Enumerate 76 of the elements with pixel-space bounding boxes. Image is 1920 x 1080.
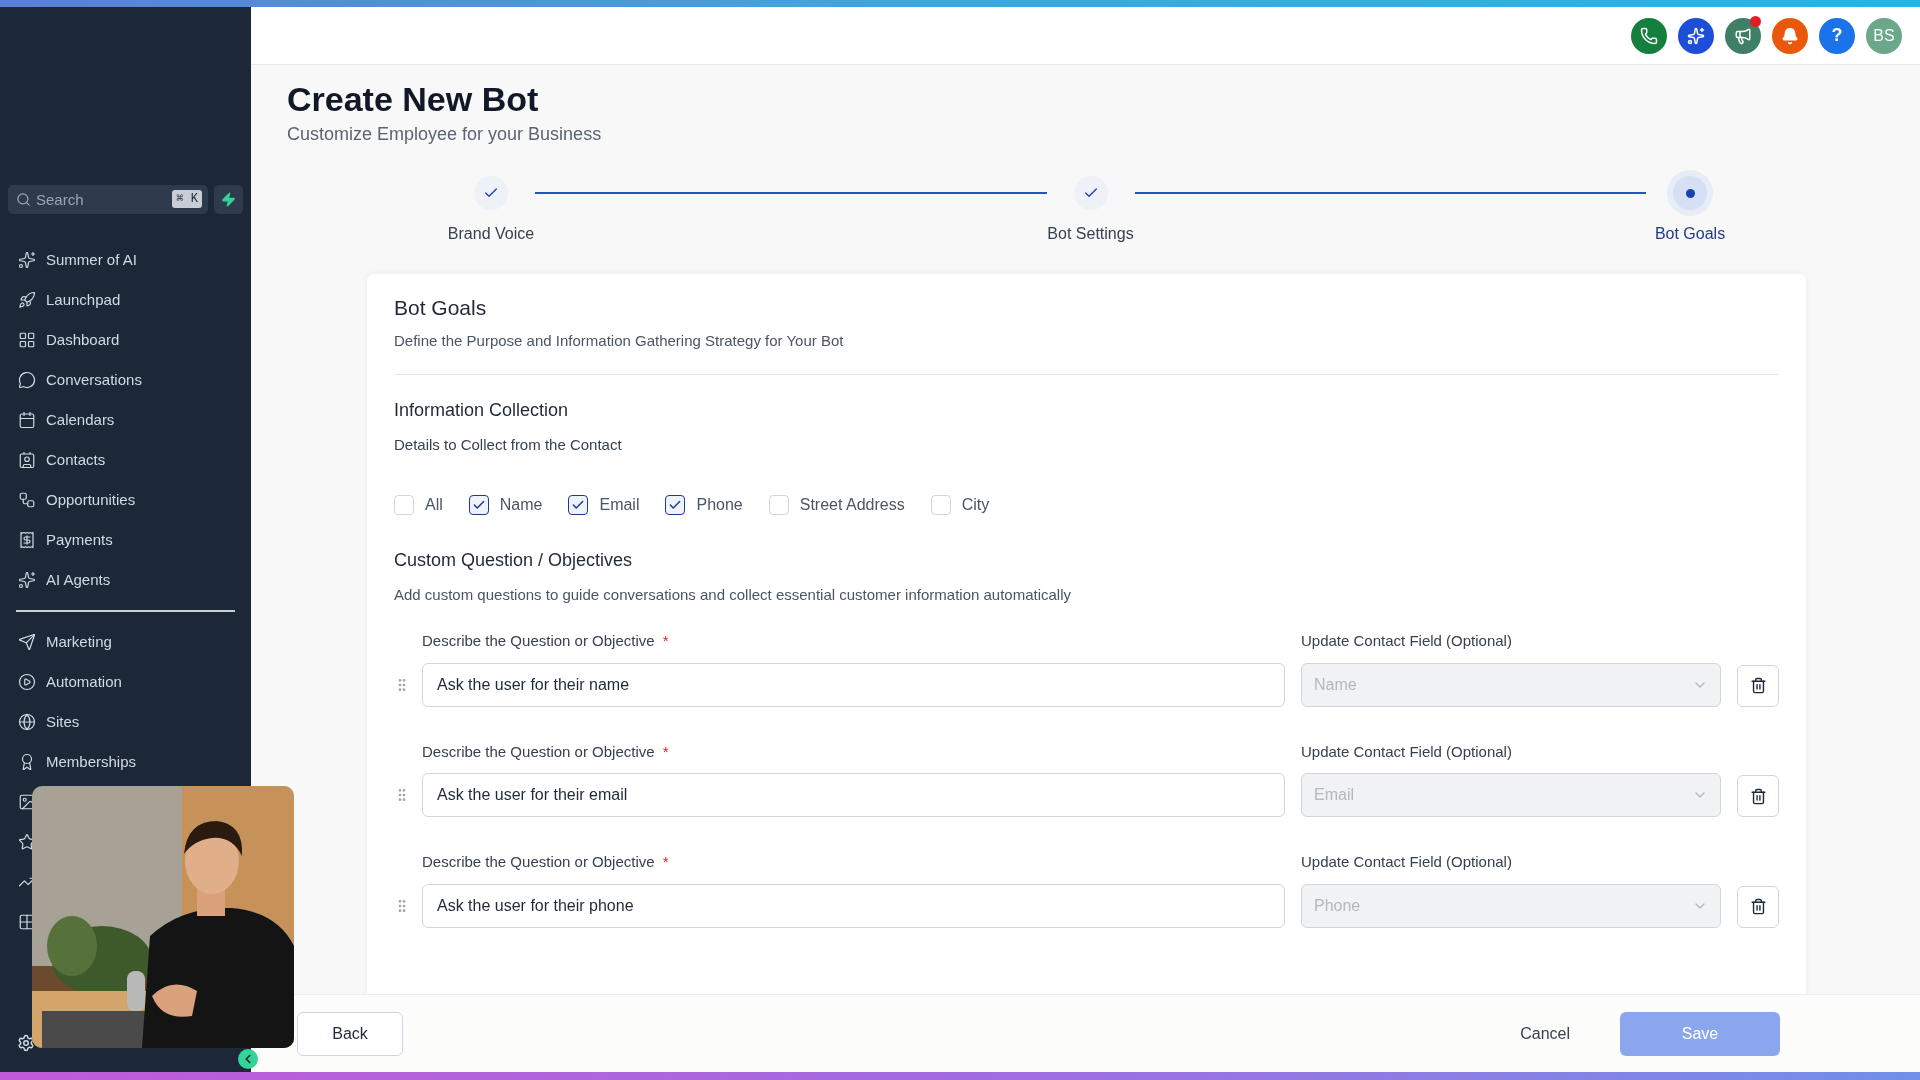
play-circle-icon (18, 673, 36, 691)
sidebar-item[interactable]: Memberships (0, 742, 251, 782)
contact-card-icon (18, 451, 36, 469)
card-description: Define the Purpose and Information Gathering Strategy for Your Bot (394, 330, 845, 351)
sidebar-item[interactable]: Sites (0, 702, 251, 742)
field-label: Update Contact Field (Optional) (1301, 852, 1513, 872)
required-mark: * (662, 741, 669, 762)
collect-checkbox[interactable]: All (394, 492, 443, 517)
megaphone-button[interactable] (1725, 17, 1761, 54)
phone-icon (1640, 26, 1658, 45)
section-title: Information Collection (394, 399, 570, 422)
sidebar-item[interactable]: Conversations (0, 360, 251, 400)
trash-icon (1749, 898, 1767, 915)
collect-checkbox[interactable]: City (930, 492, 990, 517)
collect-checkbox[interactable]: Phone (665, 492, 743, 517)
cancel-button[interactable]: Cancel (1520, 1021, 1570, 1046)
lightning-icon (221, 192, 236, 207)
sidebar-item[interactable]: Payments (0, 520, 251, 560)
calendar-icon (18, 411, 36, 429)
bell-icon (1781, 26, 1799, 45)
trash-icon (1749, 787, 1767, 805)
phone-button[interactable] (1631, 17, 1667, 54)
pipeline-icon (18, 491, 36, 509)
collect-checkbox[interactable]: Name (468, 492, 543, 517)
sidebar-item[interactable]: Launchpad (0, 280, 251, 320)
trash-icon (1749, 677, 1767, 694)
sidebar-item[interactable]: Dashboard (0, 320, 251, 360)
collect-checkbox[interactable]: Street Address (768, 492, 905, 517)
sidebar-item[interactable]: Automation (0, 662, 251, 702)
field-label: Update Contact Field (Optional) (1301, 631, 1513, 651)
question-input[interactable]: Ask the user for their email (422, 773, 1285, 817)
step-label: Brand Voice (447, 224, 535, 244)
quick-action-button[interactable] (214, 185, 243, 214)
field-label: Describe the Question or Objective (422, 852, 655, 872)
delete-button[interactable] (1737, 885, 1779, 928)
delete-button[interactable] (1737, 775, 1779, 817)
question-input[interactable]: Ask the user for their phone (422, 883, 1285, 928)
settings-icon[interactable] (17, 1034, 35, 1052)
globe-icon (18, 713, 36, 731)
field-label: Update Contact Field (Optional) (1301, 741, 1513, 762)
required-mark: * (662, 631, 669, 651)
card-title: Bot Goals (394, 295, 488, 321)
field-label: Describe the Question or Objective (422, 631, 655, 651)
section-subtitle: Details to Collect from the Contact (394, 435, 623, 455)
chat-bubble-icon (18, 371, 36, 389)
sidebar-item[interactable]: Calendars (0, 400, 251, 440)
paper-plane-icon (18, 633, 36, 651)
step-label: Bot Goals (1654, 224, 1726, 244)
page-subtitle: Customize Employee for your Business (287, 123, 603, 146)
field-label: Describe the Question or Objective (422, 741, 655, 762)
receipt-icon (18, 531, 36, 549)
help-button[interactable]: ? (1819, 17, 1855, 54)
rocket-icon (18, 291, 36, 309)
sparkle-icon (18, 571, 36, 589)
dashboard-icon (18, 331, 36, 349)
megaphone-icon (1734, 26, 1752, 45)
section-description: Add custom questions to guide conversations and collect essential customer information automatically (394, 584, 1073, 605)
page-title: Create New Bot (287, 79, 540, 119)
step-label: Bot Settings (1047, 224, 1134, 244)
sparkle-icon (1687, 26, 1705, 45)
sidebar-item[interactable]: AI Agents (0, 560, 251, 600)
section-title: Custom Question / Objectives (394, 548, 634, 572)
sparkle-icon (18, 251, 36, 269)
sidebar-item[interactable]: Opportunities (0, 480, 251, 520)
sidebar-item[interactable]: Summer of AI (0, 240, 251, 280)
required-mark: * (662, 852, 669, 872)
back-button[interactable]: Back (297, 1011, 403, 1056)
sidebar-item[interactable]: Contacts (0, 440, 251, 480)
delete-button[interactable] (1737, 664, 1779, 707)
question-input[interactable]: Ask the user for their name (422, 662, 1285, 707)
collect-checkbox[interactable]: Email (568, 492, 640, 517)
sparkle-button[interactable] (1678, 17, 1714, 54)
bell-button[interactable] (1772, 17, 1808, 54)
shortcut-key: ⌘ K (172, 190, 202, 208)
search-icon (16, 192, 31, 207)
sidebar-item[interactable]: Marketing (0, 622, 251, 662)
